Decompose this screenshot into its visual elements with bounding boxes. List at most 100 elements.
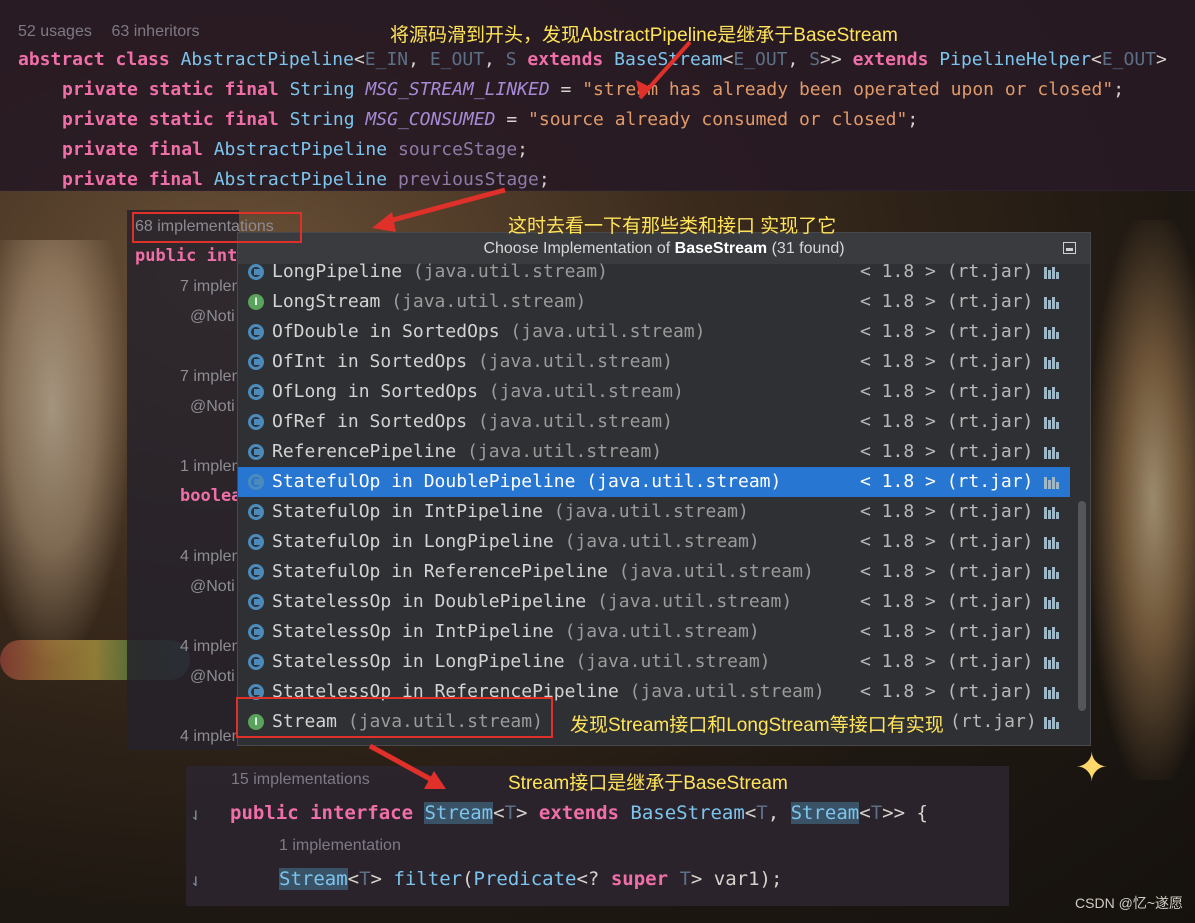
- jar-icon-bar: [1052, 717, 1055, 729]
- predicate-type[interactable]: Predicate: [474, 868, 577, 890]
- jar-icon-bar: [1044, 567, 1047, 579]
- jar-icon-bar: [1048, 570, 1051, 579]
- method-name[interactable]: filter: [393, 868, 462, 890]
- implementation-row[interactable]: StatelessOp in IntPipeline (java.util.st…: [238, 617, 1070, 647]
- base-stream-ref[interactable]: BaseStream: [630, 802, 744, 824]
- type-param: T: [679, 868, 691, 890]
- jar-icon-bar: [1044, 447, 1047, 459]
- package-name: (java.util.stream): [402, 261, 608, 282]
- implementations-hint[interactable]: 7 implem: [180, 278, 245, 296]
- choose-implementation-popup[interactable]: Choose Implementation of BaseStream (31 …: [237, 232, 1091, 746]
- kw-public-interface: public interface: [230, 802, 425, 824]
- jar-icon-bar: [1056, 272, 1059, 279]
- implementation-name: LongStream (java.util.stream): [272, 287, 586, 317]
- kw-abstract-class: abstract class: [18, 49, 181, 70]
- class-icon: [248, 534, 264, 550]
- pipeline-helper-ref[interactable]: PipelineHelper: [939, 49, 1091, 70]
- inheritors-hint[interactable]: 63 inheritors: [111, 23, 199, 40]
- class-name: StatefulOp in ReferencePipeline: [272, 561, 608, 582]
- class-name: OfLong in SortedOps: [272, 381, 478, 402]
- implementation-row[interactable]: LongPipeline (java.util.stream) < 1.8 > (…: [238, 257, 1070, 287]
- popup-title-count: (31 found): [767, 240, 845, 257]
- punct: =: [549, 79, 583, 100]
- implemented-gutter-icon[interactable]: ⇃: [190, 870, 201, 891]
- package-name: (java.util.stream): [586, 591, 793, 612]
- class-name: LongStream: [272, 291, 381, 312]
- boolean-fragment: boolea: [180, 486, 242, 506]
- implementations-hint[interactable]: 4 implem: [180, 638, 245, 656]
- implemented-gutter-icon[interactable]: ⇃: [190, 804, 201, 825]
- implementations-hint[interactable]: 7 implem: [180, 368, 245, 386]
- library-version: < 1.8 > (rt.jar): [860, 321, 1034, 342]
- punct: >: [370, 868, 394, 890]
- jar-icon-bar: [1048, 300, 1051, 309]
- library-version: < 1.8 > (rt.jar): [860, 261, 1034, 282]
- base-stream-ref[interactable]: BaseStream: [614, 49, 722, 70]
- implementation-row[interactable]: StatefulOp in LongPipeline (java.util.st…: [238, 527, 1070, 557]
- type-param: T: [756, 802, 768, 824]
- implementation-name: StatefulOp in DoublePipeline (java.util.…: [272, 467, 781, 497]
- package-name: (java.util.stream): [456, 441, 663, 462]
- library-version: < 1.8 > (rt.jar): [860, 291, 1034, 312]
- implementations-hint-15[interactable]: 15 implementations: [231, 771, 370, 789]
- class-icon: [248, 654, 264, 670]
- jar-icon-bar: [1052, 447, 1055, 459]
- library-version: < 1.8 > (rt.jar): [860, 651, 1034, 672]
- class-name: StatefulOp in IntPipeline: [272, 501, 543, 522]
- punct: <: [1090, 49, 1102, 70]
- library-version: < 1.8 > (rt.jar): [860, 381, 1034, 402]
- class-icon: [248, 474, 264, 490]
- stream-name[interactable]: Stream: [424, 802, 494, 824]
- implementation-row[interactable]: OfRef in SortedOps (java.util.stream) < 1…: [238, 407, 1070, 437]
- implementation-row[interactable]: StatefulOp in IntPipeline (java.util.str…: [238, 497, 1070, 527]
- popup-scrollbar[interactable]: [1078, 501, 1086, 711]
- implementation-row[interactable]: I LongStream (java.util.stream) < 1.8 > (r…: [238, 287, 1070, 317]
- field-name: sourceStage: [397, 139, 518, 160]
- jar-icon-bar: [1044, 417, 1047, 429]
- library-jar-icon: [1044, 296, 1062, 309]
- implementation-row[interactable]: OfDouble in SortedOps (java.util.stream)…: [238, 317, 1070, 347]
- jar-icon-bar: [1052, 537, 1055, 549]
- class-name[interactable]: AbstractPipeline: [181, 49, 354, 70]
- usages-hint[interactable]: 52 usages: [18, 23, 92, 40]
- library-jar-icon: [1044, 596, 1062, 609]
- csdn-watermark: CSDN @忆~遂愿: [1075, 895, 1183, 911]
- implementation-row[interactable]: OfLong in SortedOps (java.util.stream) < …: [238, 377, 1070, 407]
- jar-icon-bar: [1048, 360, 1051, 369]
- stream-ref[interactable]: Stream: [790, 802, 860, 824]
- jar-icon-bar: [1044, 597, 1047, 609]
- pin-window-icon[interactable]: [1063, 242, 1076, 254]
- implementation-list[interactable]: LongPipeline (java.util.stream) < 1.8 > (…: [238, 261, 1090, 745]
- jar-icon-bar: [1056, 692, 1059, 699]
- highlight-box-68-implementations: [132, 212, 302, 243]
- jar-icon-bar: [1044, 327, 1047, 339]
- implementation-row[interactable]: StatefulOp in DoublePipeline (java.util.…: [238, 467, 1070, 497]
- implementation-row[interactable]: ReferencePipeline (java.util.stream) < 1.…: [238, 437, 1070, 467]
- jar-icon-bar: [1052, 657, 1055, 669]
- stream-ref[interactable]: Stream: [279, 868, 348, 890]
- jar-icon-bar: [1048, 690, 1051, 699]
- class-icon: [248, 354, 264, 370]
- annotation-3: 发现Stream接口和LongStream等接口有实现: [570, 715, 944, 736]
- field-line-msg-consumed: private static final String MSG_CONSUMED…: [62, 109, 918, 130]
- punct: >: [516, 802, 539, 824]
- implementation-row[interactable]: OfInt in SortedOps (java.util.stream) < 1…: [238, 347, 1070, 377]
- implementations-hint-1[interactable]: 1 implementation: [279, 837, 401, 855]
- implementations-hint[interactable]: 4 implem: [180, 548, 245, 566]
- jar-icon-bar: [1044, 657, 1047, 669]
- jar-icon-bar: [1048, 600, 1051, 609]
- class-name: ReferencePipeline: [272, 441, 457, 462]
- jar-icon-bar: [1052, 327, 1055, 339]
- implementation-row[interactable]: StatelessOp in LongPipeline (java.util.s…: [238, 647, 1070, 677]
- implementations-hint[interactable]: 1 implem: [180, 458, 245, 476]
- jar-icon-bar: [1052, 297, 1055, 309]
- implementation-name: StatelessOp in DoublePipeline (java.util…: [272, 587, 792, 617]
- implementation-row[interactable]: StatelessOp in DoublePipeline (java.util…: [238, 587, 1070, 617]
- package-name: (java.util.stream): [380, 291, 587, 312]
- implementation-name: OfLong in SortedOps (java.util.stream): [272, 377, 684, 407]
- base-stream-code-panel: 68 implementations public int 7 implem @…: [127, 210, 274, 750]
- arrow-2-head: [372, 212, 396, 232]
- field-line-previous-stage: private final AbstractPipeline previousS…: [62, 169, 550, 190]
- implementation-row[interactable]: StatefulOp in ReferencePipeline (java.ut…: [238, 557, 1070, 587]
